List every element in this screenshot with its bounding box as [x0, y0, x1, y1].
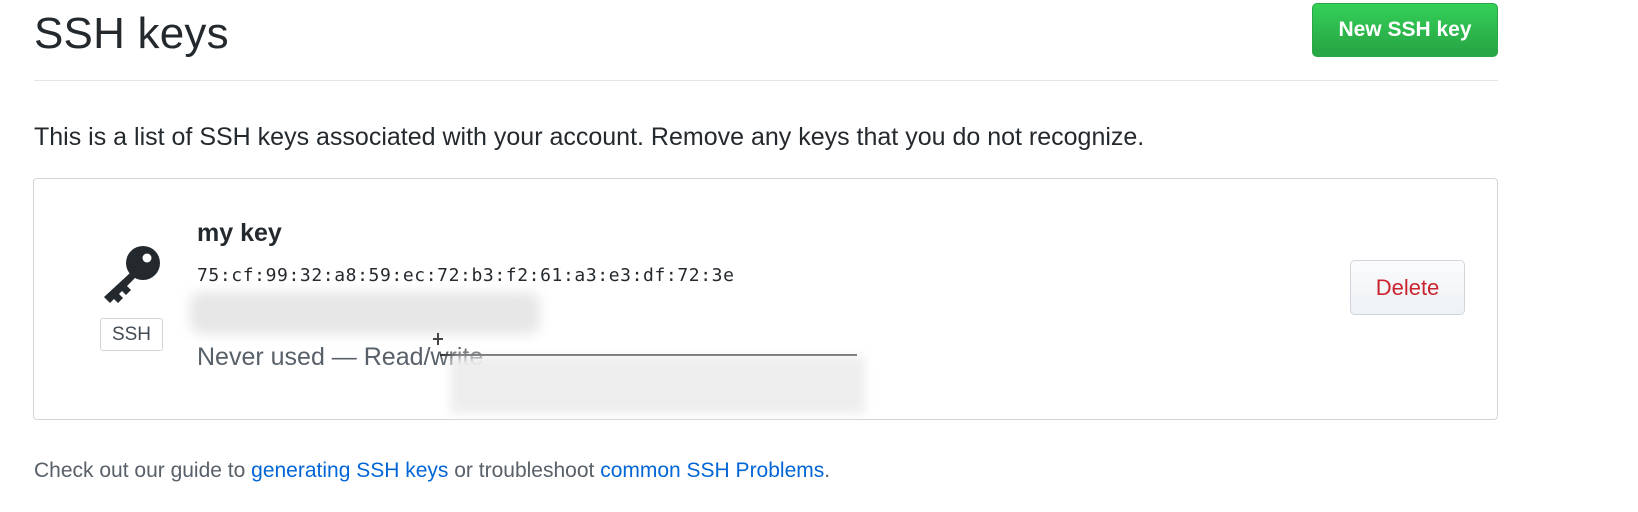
- guide-suffix: .: [824, 459, 831, 482]
- redacted-region: [450, 356, 865, 414]
- common-ssh-problems-link[interactable]: common SSH Problems: [600, 459, 824, 482]
- generating-ssh-keys-link[interactable]: generating SSH keys: [251, 459, 448, 482]
- key-usage: Never used — Read/write: [197, 343, 484, 371]
- key-title: my key: [197, 219, 282, 247]
- title-divider: [34, 80, 1498, 81]
- key-icon: [104, 246, 160, 303]
- guide-text: Check out our guide to generating SSH ke…: [34, 456, 830, 486]
- page-title: SSH keys: [34, 9, 229, 58]
- guide-middle: or troubleshoot: [448, 459, 601, 482]
- guide-prefix: Check out our guide to: [34, 459, 252, 482]
- text-cursor: [433, 333, 443, 345]
- redacted-region: [190, 292, 540, 334]
- key-fingerprint: 75:cf:99:32:a8:59:ec:72:b3:f2:61:a3:e3:d…: [197, 265, 735, 286]
- delete-key-button[interactable]: Delete: [1350, 260, 1465, 315]
- ssh-badge: SSH: [100, 318, 163, 351]
- intro-text: This is a list of SSH keys associated wi…: [34, 123, 1145, 151]
- new-ssh-key-button[interactable]: New SSH key: [1312, 3, 1498, 57]
